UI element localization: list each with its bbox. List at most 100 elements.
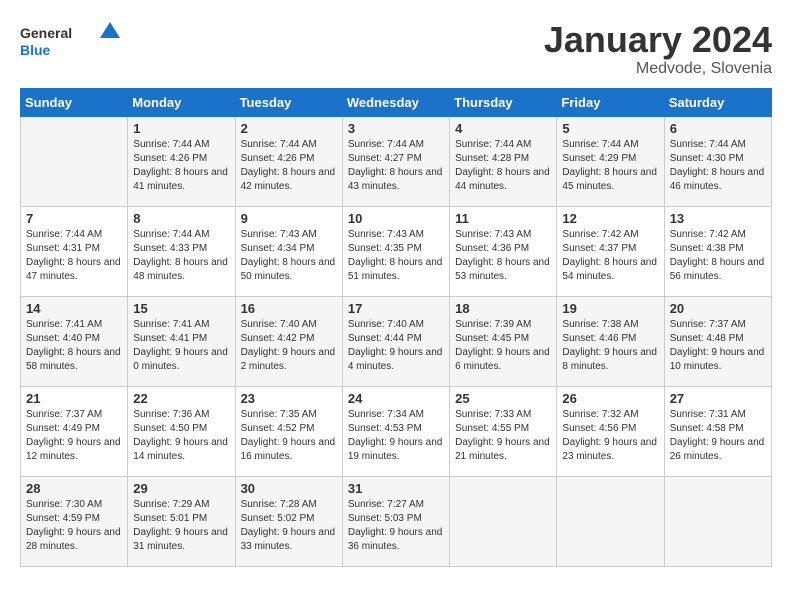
cell-info: Sunrise: 7:31 AMSunset: 4:58 PMDaylight:…: [670, 408, 766, 464]
day-number: 30: [241, 481, 337, 496]
calendar-cell: 4 Sunrise: 7:44 AMSunset: 4:28 PMDaylight…: [450, 116, 557, 206]
cell-info: Sunrise: 7:40 AMSunset: 4:44 PMDaylight:…: [348, 318, 444, 374]
svg-text:General: General: [20, 25, 72, 41]
cell-info: Sunrise: 7:43 AMSunset: 4:35 PMDaylight:…: [348, 228, 444, 284]
cell-info: Sunrise: 7:34 AMSunset: 4:53 PMDaylight:…: [348, 408, 444, 464]
calendar-cell: 28Sunrise: 7:30 AMSunset: 4:59 PMDayligh…: [21, 476, 128, 566]
calendar-cell: 11 Sunrise: 7:43 AMSunset: 4:36 PMDayligh…: [450, 206, 557, 296]
cell-info: Sunrise: 7:36 AMSunset: 4:50 PMDaylight:…: [133, 408, 229, 464]
calendar-cell: 9 Sunrise: 7:43 AMSunset: 4:34 PMDaylight…: [235, 206, 342, 296]
calendar-cell: 6 Sunrise: 7:44 AMSunset: 4:30 PMDaylight…: [664, 116, 771, 206]
cell-info: Sunrise: 7:40 AMSunset: 4:42 PMDaylight:…: [241, 318, 337, 374]
cell-info: Sunrise: 7:35 AMSunset: 4:52 PMDaylight:…: [241, 408, 337, 464]
calendar-cell: [557, 476, 664, 566]
day-number: 25: [455, 391, 551, 406]
calendar-cell: 15 Sunrise: 7:41 AMSunset: 4:41 PMDayligh…: [128, 296, 235, 386]
cell-info: Sunrise: 7:27 AMSunset: 5:03 PMDaylight:…: [348, 498, 444, 554]
cell-info: Sunrise: 7:38 AMSunset: 4:46 PMDaylight:…: [562, 318, 658, 374]
day-number: 1: [133, 121, 229, 136]
calendar-cell: 20Sunrise: 7:37 AMSunset: 4:48 PMDayligh…: [664, 296, 771, 386]
calendar-cell: 19 Sunrise: 7:38 AMSunset: 4:46 PMDayligh…: [557, 296, 664, 386]
weekday-header-thursday: Thursday: [450, 88, 557, 116]
calendar-cell: 27 Sunrise: 7:31 AMSunset: 4:58 PMDayligh…: [664, 386, 771, 476]
cell-info: Sunrise: 7:44 AMSunset: 4:26 PMDaylight:…: [241, 138, 337, 194]
logo: General Blue: [20, 20, 120, 60]
calendar-week-row: 28Sunrise: 7:30 AMSunset: 4:59 PMDayligh…: [21, 476, 772, 566]
calendar-cell: 18Sunrise: 7:39 AMSunset: 4:45 PMDayligh…: [450, 296, 557, 386]
calendar-table: SundayMondayTuesdayWednesdayThursdayFrid…: [20, 88, 772, 567]
calendar-cell: 13Sunrise: 7:42 AMSunset: 4:38 PMDayligh…: [664, 206, 771, 296]
calendar-cell: 7 Sunrise: 7:44 AMSunset: 4:31 PMDaylight…: [21, 206, 128, 296]
day-number: 13: [670, 211, 766, 226]
cell-info: Sunrise: 7:33 AMSunset: 4:55 PMDaylight:…: [455, 408, 551, 464]
day-number: 17: [348, 301, 444, 316]
calendar-week-row: 21 Sunrise: 7:37 AMSunset: 4:49 PMDayligh…: [21, 386, 772, 476]
day-number: 31: [348, 481, 444, 496]
page-header: General Blue January 2024 Medvode, Slove…: [20, 20, 772, 78]
cell-info: Sunrise: 7:44 AMSunset: 4:31 PMDaylight:…: [26, 228, 122, 284]
weekday-header-sunday: Sunday: [21, 88, 128, 116]
title-block: January 2024 Medvode, Slovenia: [544, 20, 772, 78]
day-number: 28: [26, 481, 122, 496]
cell-info: Sunrise: 7:28 AMSunset: 5:02 PMDaylight:…: [241, 498, 337, 554]
day-number: 11: [455, 211, 551, 226]
calendar-cell: 21 Sunrise: 7:37 AMSunset: 4:49 PMDayligh…: [21, 386, 128, 476]
day-number: 8: [133, 211, 229, 226]
calendar-week-row: 7 Sunrise: 7:44 AMSunset: 4:31 PMDaylight…: [21, 206, 772, 296]
day-number: 7: [26, 211, 122, 226]
svg-text:Blue: Blue: [20, 42, 51, 58]
calendar-cell: 12Sunrise: 7:42 AMSunset: 4:37 PMDayligh…: [557, 206, 664, 296]
cell-info: Sunrise: 7:43 AMSunset: 4:36 PMDaylight:…: [455, 228, 551, 284]
calendar-cell: 8Sunrise: 7:44 AMSunset: 4:33 PMDaylight…: [128, 206, 235, 296]
calendar-week-row: 1 Sunrise: 7:44 AMSunset: 4:26 PMDaylight…: [21, 116, 772, 206]
calendar-cell: 2Sunrise: 7:44 AMSunset: 4:26 PMDaylight…: [235, 116, 342, 206]
calendar-cell: [21, 116, 128, 206]
calendar-cell: 22Sunrise: 7:36 AMSunset: 4:50 PMDayligh…: [128, 386, 235, 476]
logo-svg: General Blue: [20, 20, 120, 60]
cell-info: Sunrise: 7:39 AMSunset: 4:45 PMDaylight:…: [455, 318, 551, 374]
calendar-cell: 30 Sunrise: 7:28 AMSunset: 5:02 PMDayligh…: [235, 476, 342, 566]
cell-info: Sunrise: 7:29 AMSunset: 5:01 PMDaylight:…: [133, 498, 229, 554]
calendar-cell: 1Sunrise: 7:44 AMSunset: 4:26 PMDaylight…: [128, 116, 235, 206]
day-number: 16: [241, 301, 337, 316]
calendar-cell: 17 Sunrise: 7:40 AMSunset: 4:44 PMDayligh…: [342, 296, 449, 386]
cell-info: Sunrise: 7:32 AMSunset: 4:56 PMDaylight:…: [562, 408, 658, 464]
day-number: 9: [241, 211, 337, 226]
cell-info: Sunrise: 7:37 AMSunset: 4:49 PMDaylight:…: [26, 408, 122, 464]
day-number: 27: [670, 391, 766, 406]
calendar-cell: 5 Sunrise: 7:44 AMSunset: 4:29 PMDaylight…: [557, 116, 664, 206]
calendar-cell: 29Sunrise: 7:29 AMSunset: 5:01 PMDayligh…: [128, 476, 235, 566]
day-number: 21: [26, 391, 122, 406]
day-number: 3: [348, 121, 444, 136]
cell-info: Sunrise: 7:44 AMSunset: 4:29 PMDaylight:…: [562, 138, 658, 194]
month-title: January 2024: [544, 20, 772, 60]
calendar-cell: [664, 476, 771, 566]
calendar-cell: 25 Sunrise: 7:33 AMSunset: 4:55 PMDayligh…: [450, 386, 557, 476]
day-number: 5: [562, 121, 658, 136]
calendar-cell: 14Sunrise: 7:41 AMSunset: 4:40 PMDayligh…: [21, 296, 128, 386]
day-number: 6: [670, 121, 766, 136]
cell-info: Sunrise: 7:44 AMSunset: 4:30 PMDaylight:…: [670, 138, 766, 194]
calendar-cell: 10 Sunrise: 7:43 AMSunset: 4:35 PMDayligh…: [342, 206, 449, 296]
calendar-cell: 26Sunrise: 7:32 AMSunset: 4:56 PMDayligh…: [557, 386, 664, 476]
cell-info: Sunrise: 7:43 AMSunset: 4:34 PMDaylight:…: [241, 228, 337, 284]
day-number: 20: [670, 301, 766, 316]
calendar-cell: 3 Sunrise: 7:44 AMSunset: 4:27 PMDaylight…: [342, 116, 449, 206]
cell-info: Sunrise: 7:44 AMSunset: 4:27 PMDaylight:…: [348, 138, 444, 194]
weekday-header-wednesday: Wednesday: [342, 88, 449, 116]
calendar-cell: 24 Sunrise: 7:34 AMSunset: 4:53 PMDayligh…: [342, 386, 449, 476]
cell-info: Sunrise: 7:42 AMSunset: 4:37 PMDaylight:…: [562, 228, 658, 284]
day-number: 15: [133, 301, 229, 316]
cell-info: Sunrise: 7:44 AMSunset: 4:28 PMDaylight:…: [455, 138, 551, 194]
cell-info: Sunrise: 7:41 AMSunset: 4:41 PMDaylight:…: [133, 318, 229, 374]
weekday-header-friday: Friday: [557, 88, 664, 116]
calendar-cell: [450, 476, 557, 566]
cell-info: Sunrise: 7:41 AMSunset: 4:40 PMDaylight:…: [26, 318, 122, 374]
weekday-header-row: SundayMondayTuesdayWednesdayThursdayFrid…: [21, 88, 772, 116]
day-number: 10: [348, 211, 444, 226]
day-number: 19: [562, 301, 658, 316]
day-number: 24: [348, 391, 444, 406]
day-number: 4: [455, 121, 551, 136]
day-number: 23: [241, 391, 337, 406]
location-title: Medvode, Slovenia: [544, 60, 772, 78]
